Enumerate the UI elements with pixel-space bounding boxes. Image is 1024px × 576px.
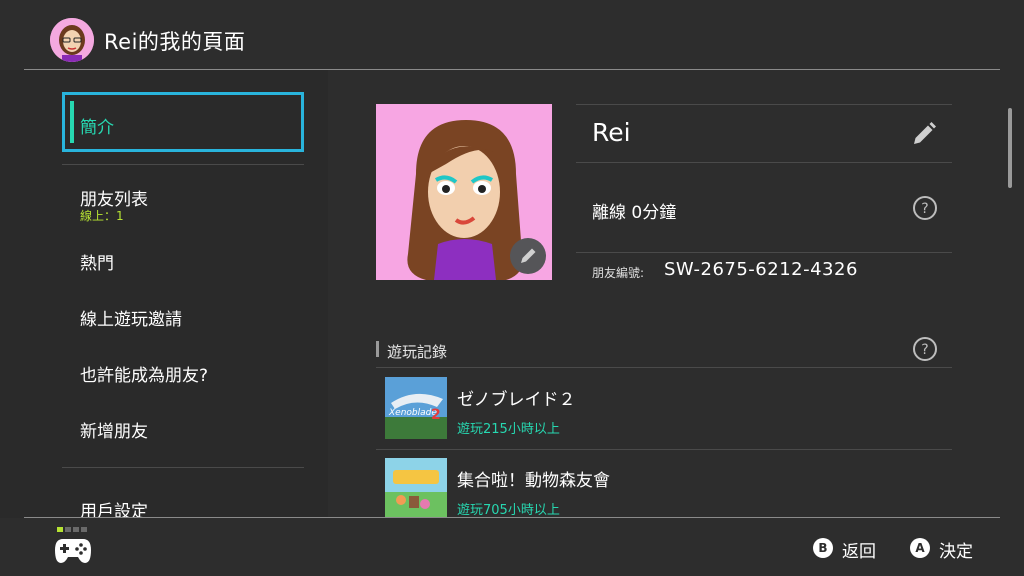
play-log-help-icon[interactable]: ? xyxy=(912,336,938,362)
edit-name-button[interactable] xyxy=(910,120,938,148)
controller-icon xyxy=(54,536,92,564)
b-button-icon[interactable]: B xyxy=(813,538,833,558)
sidebar-divider xyxy=(62,164,304,165)
sidebar-item-suggested-friends[interactable]: 也許能成為朋友? xyxy=(80,361,208,386)
svg-text:?: ? xyxy=(921,201,928,217)
sidebar-item-profile-label: 簡介 xyxy=(80,118,114,138)
play-log-heading: 遊玩記錄 xyxy=(387,343,448,361)
svg-text:2: 2 xyxy=(431,407,441,423)
game-title: 集合啦！動物森友會 xyxy=(457,471,610,491)
pencil-icon xyxy=(914,122,936,144)
footer-divider xyxy=(24,517,1000,518)
svg-text:Xenoblade: Xenoblade xyxy=(388,408,437,418)
game-playtime: 遊玩215小時以上 xyxy=(457,422,560,437)
animal-crossing-cover-icon[interactable] xyxy=(385,458,447,520)
controller-slot-indicator xyxy=(57,527,63,532)
user-avatar-icon[interactable] xyxy=(50,18,94,62)
controller-slot-indicator xyxy=(65,527,71,532)
sidebar-item-trending[interactable]: 熱門 xyxy=(80,249,114,274)
scrollbar-thumb[interactable] xyxy=(1008,108,1012,188)
pencil-icon xyxy=(521,248,536,263)
edit-avatar-button[interactable] xyxy=(510,238,546,274)
game-playtime: 遊玩705小時以上 xyxy=(457,503,560,518)
selection-indicator xyxy=(70,101,74,143)
svg-text:?: ? xyxy=(921,342,928,358)
divider xyxy=(576,104,952,105)
online-count: 線上：1 xyxy=(80,209,124,223)
confirm-button[interactable]: 決定 xyxy=(939,537,973,562)
sidebar-item-add-friend[interactable]: 新增朋友 xyxy=(80,417,148,442)
online-status: 離線 0分鐘 xyxy=(592,203,677,223)
friend-code-label: 朋友編號: xyxy=(592,266,645,280)
divider xyxy=(576,252,952,253)
section-marker xyxy=(376,341,379,357)
controller-slot-indicator xyxy=(81,527,87,532)
profile-name: Rei xyxy=(592,118,631,147)
status-help-icon[interactable]: ? xyxy=(912,195,938,221)
sidebar-item-online-invites[interactable]: 線上遊玩邀請 xyxy=(80,305,182,330)
xenoblade-2-cover-icon[interactable]: Xenoblade 2 xyxy=(385,377,447,439)
sidebar-divider xyxy=(62,467,304,468)
controller-slot-indicator xyxy=(73,527,79,532)
back-button[interactable]: 返回 xyxy=(842,537,876,562)
friend-code: SW-2675-6212-4326 xyxy=(664,259,858,280)
page-title: Rei的我的頁面 xyxy=(104,30,246,54)
game-title: ゼノブレイド２ xyxy=(457,390,576,410)
divider xyxy=(376,367,952,368)
a-button-icon[interactable]: A xyxy=(910,538,930,558)
divider xyxy=(376,449,952,450)
divider xyxy=(576,162,952,163)
